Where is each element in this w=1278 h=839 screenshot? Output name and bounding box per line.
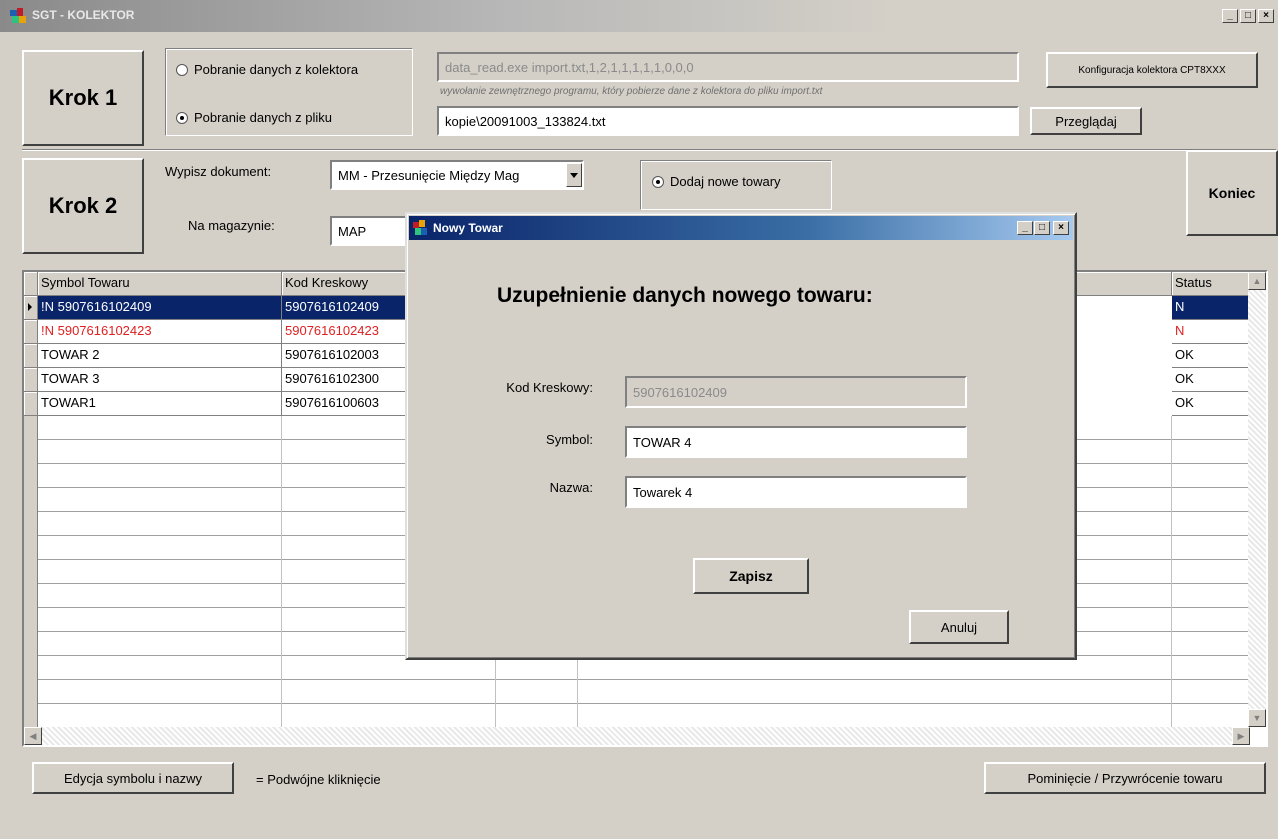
scroll-right-icon[interactable]: ▶ [1232, 727, 1250, 745]
table-row-cell[interactable]: N [1172, 296, 1250, 320]
double-click-hint: = Podwójne kliknięcie [256, 772, 381, 787]
column-header-status[interactable]: Status [1172, 272, 1250, 296]
dialog-minimize-button[interactable]: _ [1017, 221, 1033, 235]
new-item-dialog: Nowy Towar _ □ × Uzupełnienie danych now… [405, 212, 1077, 660]
radio-collector-label: Pobranie danych z kolektora [194, 62, 359, 77]
table-row-cell[interactable]: TOWAR 3 [38, 368, 282, 392]
name-label: Nazwa: [549, 480, 593, 495]
cancel-button[interactable]: Anuluj [909, 610, 1009, 644]
app-icon [10, 8, 28, 24]
horizontal-scrollbar[interactable]: ◀ ▶ [24, 727, 1250, 745]
title-bar: SGT - KOLEKTOR _ □ × [0, 0, 1278, 32]
browse-button[interactable]: Przeglądaj [1030, 107, 1142, 135]
table-row-cell[interactable]: !N 5907616102409 [38, 296, 282, 320]
column-divider [37, 416, 38, 727]
grid-corner [24, 272, 38, 296]
minimize-button[interactable]: _ [1222, 9, 1238, 23]
radio-from-file[interactable]: Pobranie danych z pliku [176, 110, 332, 125]
table-row-cell[interactable]: TOWAR1 [38, 392, 282, 416]
barcode-label: Kod Kreskowy: [506, 380, 593, 395]
row-indicator [24, 368, 38, 392]
command-field[interactable]: data_read.exe import.txt,1,2,1,1,1,1,1,0… [437, 52, 1019, 82]
symbol-field[interactable]: TOWAR 4 [625, 426, 967, 458]
row-indicator [24, 392, 38, 416]
close-button[interactable]: × [1258, 9, 1274, 23]
row-indicator-current [24, 296, 38, 320]
step1-button[interactable]: Krok 1 [22, 50, 144, 146]
name-field[interactable]: Towarek 4 [625, 476, 967, 508]
main-window: SGT - KOLEKTOR _ □ × Krok 1 Pobranie dan… [0, 0, 1278, 839]
dialog-app-icon [413, 220, 429, 236]
command-hint: wywołanie zewnętrznego programu, który p… [440, 86, 823, 97]
collector-config-button[interactable]: Konfiguracja kolektora CPT8XXX [1046, 52, 1258, 88]
row-indicator [24, 320, 38, 344]
dialog-title: Nowy Towar [433, 221, 503, 235]
warehouse-field[interactable]: MAP [330, 216, 410, 246]
doc-type-label: Wypisz dokument: [165, 164, 272, 179]
dialog-heading: Uzupełnienie danych nowego towaru: [497, 284, 873, 307]
table-row-cell[interactable]: !N 5907616102423 [38, 320, 282, 344]
radio-dot [176, 63, 188, 76]
file-path-field[interactable]: kopie\20091003_133824.txt [437, 106, 1019, 136]
warehouse-label: Na magazynie: [188, 218, 275, 233]
scroll-down-icon[interactable]: ▼ [1248, 709, 1266, 727]
radio-file-label: Pobranie danych z pliku [194, 110, 333, 125]
radio-add-label: Dodaj nowe towary [670, 174, 781, 189]
chevron-down-icon[interactable] [566, 163, 582, 187]
symbol-label: Symbol: [546, 432, 593, 447]
maximize-button[interactable]: □ [1240, 9, 1256, 23]
scroll-up-icon[interactable]: ▲ [1248, 272, 1266, 290]
scroll-left-icon[interactable]: ◀ [24, 727, 42, 745]
save-button[interactable]: Zapisz [693, 558, 809, 594]
skip-restore-button[interactable]: Pominięcie / Przywrócenie towaru [984, 762, 1266, 794]
window-title: SGT - KOLEKTOR [32, 8, 135, 22]
doc-type-value: MM - Przesunięcie Między Mag [338, 168, 520, 183]
step2-button[interactable]: Krok 2 [22, 158, 144, 254]
dialog-close-button[interactable]: × [1053, 221, 1069, 235]
barcode-field[interactable]: 5907616102409 [625, 376, 967, 408]
column-divider [1171, 416, 1172, 727]
radio-dot-checked [652, 175, 664, 188]
radio-dot-checked [176, 111, 188, 124]
edit-symbol-name-button[interactable]: Edycja symbolu i nazwy [32, 762, 234, 794]
table-row-cell[interactable]: TOWAR 2 [38, 344, 282, 368]
dialog-maximize-button[interactable]: □ [1034, 221, 1050, 235]
row-indicator [24, 344, 38, 368]
table-row-cell[interactable]: OK [1172, 392, 1250, 416]
doc-type-select[interactable]: MM - Przesunięcie Między Mag [330, 160, 584, 190]
end-button[interactable]: Koniec [1186, 150, 1278, 236]
radio-from-collector[interactable]: Pobranie danych z kolektora [176, 62, 358, 77]
table-row-cell[interactable]: N [1172, 320, 1250, 344]
column-header-symbol[interactable]: Symbol Towaru [38, 272, 282, 296]
table-row-cell[interactable]: OK [1172, 368, 1250, 392]
separator [22, 149, 1276, 151]
table-row-cell[interactable]: OK [1172, 344, 1250, 368]
vertical-scrollbar[interactable]: ▲ ▼ [1248, 272, 1266, 727]
radio-add-new[interactable]: Dodaj nowe towary [652, 174, 781, 189]
column-divider [281, 416, 282, 727]
dialog-title-bar: Nowy Towar _ □ × [409, 216, 1073, 240]
